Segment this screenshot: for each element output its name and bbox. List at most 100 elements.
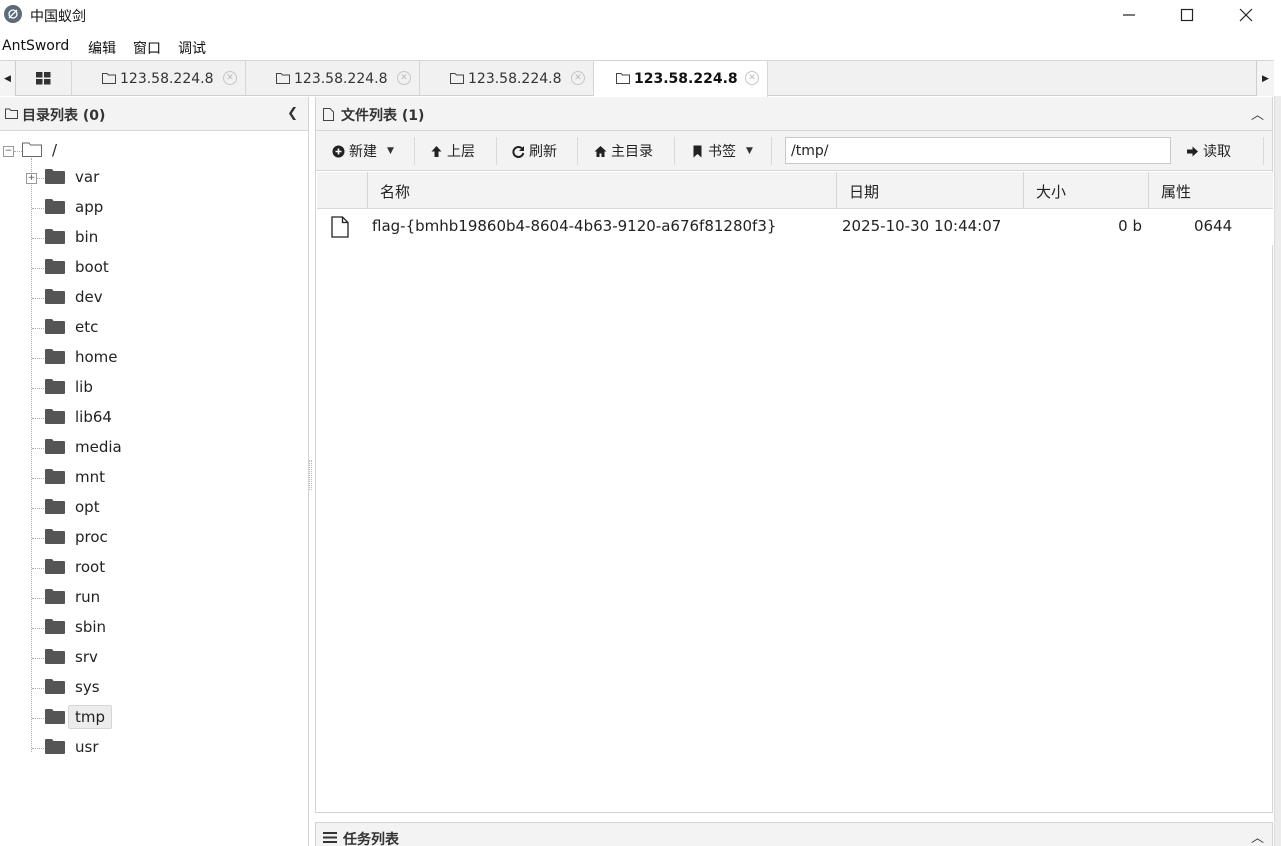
tree-folder-srv[interactable]: srv bbox=[0, 643, 300, 673]
tree-folder-root[interactable]: root bbox=[0, 553, 300, 583]
tab-label: 123.58.224.8 bbox=[468, 70, 562, 87]
tab-scroll-right-button[interactable]: ▶ bbox=[1256, 61, 1274, 96]
tree-folder-label: root bbox=[75, 558, 106, 576]
tab-label: 123.58.224.8 bbox=[120, 70, 214, 87]
tree-folder-label: mnt bbox=[75, 468, 105, 486]
tree-folder-home[interactable]: home bbox=[0, 343, 300, 373]
refresh-button[interactable]: 刷新 bbox=[512, 138, 557, 164]
tree-folder-dev[interactable]: dev bbox=[0, 283, 300, 313]
tab-close-icon[interactable]: ✕ bbox=[571, 71, 585, 85]
tab-close-icon[interactable]: ✕ bbox=[223, 71, 237, 85]
tree-expand-toggle[interactable]: + bbox=[26, 173, 37, 184]
tree-folder-media[interactable]: media bbox=[0, 433, 300, 463]
tree-folder-bin[interactable]: bin bbox=[0, 223, 300, 253]
tree-folder-usr[interactable]: usr bbox=[0, 733, 300, 763]
new-button-label: 新建 bbox=[349, 144, 377, 160]
tab-bar: ◀ 123.58.224.8 ✕ 123.58.224.8 ✕ 123.58.2… bbox=[0, 60, 1274, 97]
grid-icon bbox=[36, 72, 51, 85]
folder-outline-icon bbox=[616, 73, 630, 84]
tree-folder-var[interactable]: + var bbox=[0, 163, 300, 193]
path-input[interactable] bbox=[785, 137, 1171, 164]
tree-folder-app[interactable]: app bbox=[0, 193, 300, 223]
minimize-button[interactable] bbox=[1100, 0, 1158, 30]
folder-outline-icon bbox=[276, 73, 290, 84]
file-date: 2025-10-30 10:44:07 bbox=[842, 217, 1002, 235]
parent-dir-button[interactable]: 上层 bbox=[430, 138, 475, 164]
window-title: 中国蚁剑 bbox=[30, 9, 86, 25]
directory-panel-title: 目录列表 (0) bbox=[22, 108, 106, 124]
directory-panel-header: 目录列表 (0) ❮ bbox=[0, 97, 308, 131]
folder-icon bbox=[45, 199, 65, 214]
folder-icon bbox=[45, 469, 65, 484]
collapse-up-icon[interactable]: ︿ bbox=[1251, 104, 1264, 123]
tree-folder-label: boot bbox=[75, 258, 109, 276]
menu-antsword[interactable]: AntSword bbox=[2, 38, 69, 54]
tab-close-icon[interactable]: ✕ bbox=[745, 71, 759, 85]
tab-close-icon[interactable]: ✕ bbox=[397, 71, 411, 85]
tree-folder-label: opt bbox=[75, 498, 100, 516]
directory-panel: 目录列表 (0) ❮ − / + var app bin boot dev etc home l… bbox=[0, 97, 309, 846]
tree-root-label[interactable]: / bbox=[52, 141, 57, 159]
menu-edit[interactable]: 编辑 bbox=[88, 38, 116, 58]
collapse-up-icon[interactable]: ︿ bbox=[1251, 827, 1264, 846]
tab-session-4-active[interactable]: 123.58.224.8 ✕ bbox=[594, 61, 768, 97]
file-attr: 0644 bbox=[1194, 217, 1233, 235]
panel-resizer[interactable] bbox=[309, 460, 312, 490]
arrow-up-icon bbox=[431, 145, 442, 157]
maximize-button[interactable] bbox=[1158, 0, 1216, 30]
home-dir-label: 主目录 bbox=[611, 144, 653, 160]
folder-icon bbox=[45, 589, 65, 604]
collapse-left-icon[interactable]: ❮ bbox=[287, 106, 298, 121]
file-name: flag-{bmhb19860b4-8604-4b63-9120-a676f81… bbox=[372, 217, 777, 235]
tree-folder-opt[interactable]: opt bbox=[0, 493, 300, 523]
tree-collapse-toggle[interactable]: − bbox=[3, 146, 14, 157]
parent-dir-label: 上层 bbox=[447, 144, 475, 160]
bookmark-button[interactable]: 书签 ▼ bbox=[691, 138, 753, 164]
column-size-header[interactable]: 大小 bbox=[1024, 172, 1149, 209]
tree-folder-proc[interactable]: proc bbox=[0, 523, 300, 553]
menu-debug[interactable]: 调试 bbox=[178, 38, 206, 58]
refresh-icon bbox=[512, 145, 525, 158]
tree-folder-boot[interactable]: boot bbox=[0, 253, 300, 283]
tab-home[interactable] bbox=[16, 61, 72, 96]
folder-icon bbox=[45, 259, 65, 274]
file-row[interactable]: flag-{bmhb19860b4-8604-4b63-9120-a676f81… bbox=[317, 209, 1273, 245]
tree-folder-label: sbin bbox=[75, 618, 107, 636]
column-attr-header[interactable]: 属性 bbox=[1149, 172, 1273, 209]
file-icon bbox=[331, 216, 349, 238]
menu-window[interactable]: 窗口 bbox=[133, 38, 161, 58]
tree-folder-lib64[interactable]: lib64 bbox=[0, 403, 300, 433]
tree-folder-sys[interactable]: sys bbox=[0, 673, 300, 703]
folder-icon bbox=[45, 709, 65, 724]
list-icon bbox=[323, 832, 337, 843]
home-icon bbox=[594, 145, 607, 157]
tree-folder-tmp[interactable]: tmp bbox=[0, 703, 300, 733]
tab-session-2[interactable]: 123.58.224.8 ✕ bbox=[246, 61, 420, 96]
folder-icon bbox=[45, 319, 65, 334]
read-button[interactable]: 读取 bbox=[1186, 138, 1231, 164]
tree-folder-label: home bbox=[75, 348, 118, 366]
home-dir-button[interactable]: 主目录 bbox=[594, 138, 653, 164]
tab-session-1[interactable]: 123.58.224.8 ✕ bbox=[72, 61, 246, 96]
tab-scroll-left-button[interactable]: ◀ bbox=[0, 61, 16, 96]
folder-icon bbox=[45, 499, 65, 514]
tree-folder-lib[interactable]: lib bbox=[0, 373, 300, 403]
close-button[interactable] bbox=[1217, 0, 1275, 30]
file-grid-header: 名称 日期 大小 属性 bbox=[317, 172, 1273, 209]
column-date-header[interactable]: 日期 bbox=[837, 172, 1024, 209]
tab-label: 123.58.224.8 bbox=[294, 70, 388, 87]
task-panel-title: 任务列表 bbox=[343, 832, 399, 846]
tree-folder-run[interactable]: run bbox=[0, 583, 300, 613]
column-name-header[interactable]: 名称 bbox=[368, 172, 837, 209]
file-toolbar: 新建 ▼ 上层 刷新 主目录 书签 ▼ /tmp/ 读取 bbox=[316, 131, 1272, 171]
tab-session-3[interactable]: 123.58.224.8 ✕ bbox=[420, 61, 594, 96]
tree-folder-etc[interactable]: etc bbox=[0, 313, 300, 343]
folder-icon bbox=[45, 379, 65, 394]
menu-bar: AntSword 编辑 窗口 调试 bbox=[0, 32, 1281, 60]
folder-icon bbox=[45, 679, 65, 694]
caret-right-icon: ▶ bbox=[1262, 73, 1269, 84]
new-button[interactable]: 新建 ▼ bbox=[332, 138, 394, 164]
tree-folder-mnt[interactable]: mnt bbox=[0, 463, 300, 493]
tree-folder-sbin[interactable]: sbin bbox=[0, 613, 300, 643]
folder-icon bbox=[45, 619, 65, 634]
